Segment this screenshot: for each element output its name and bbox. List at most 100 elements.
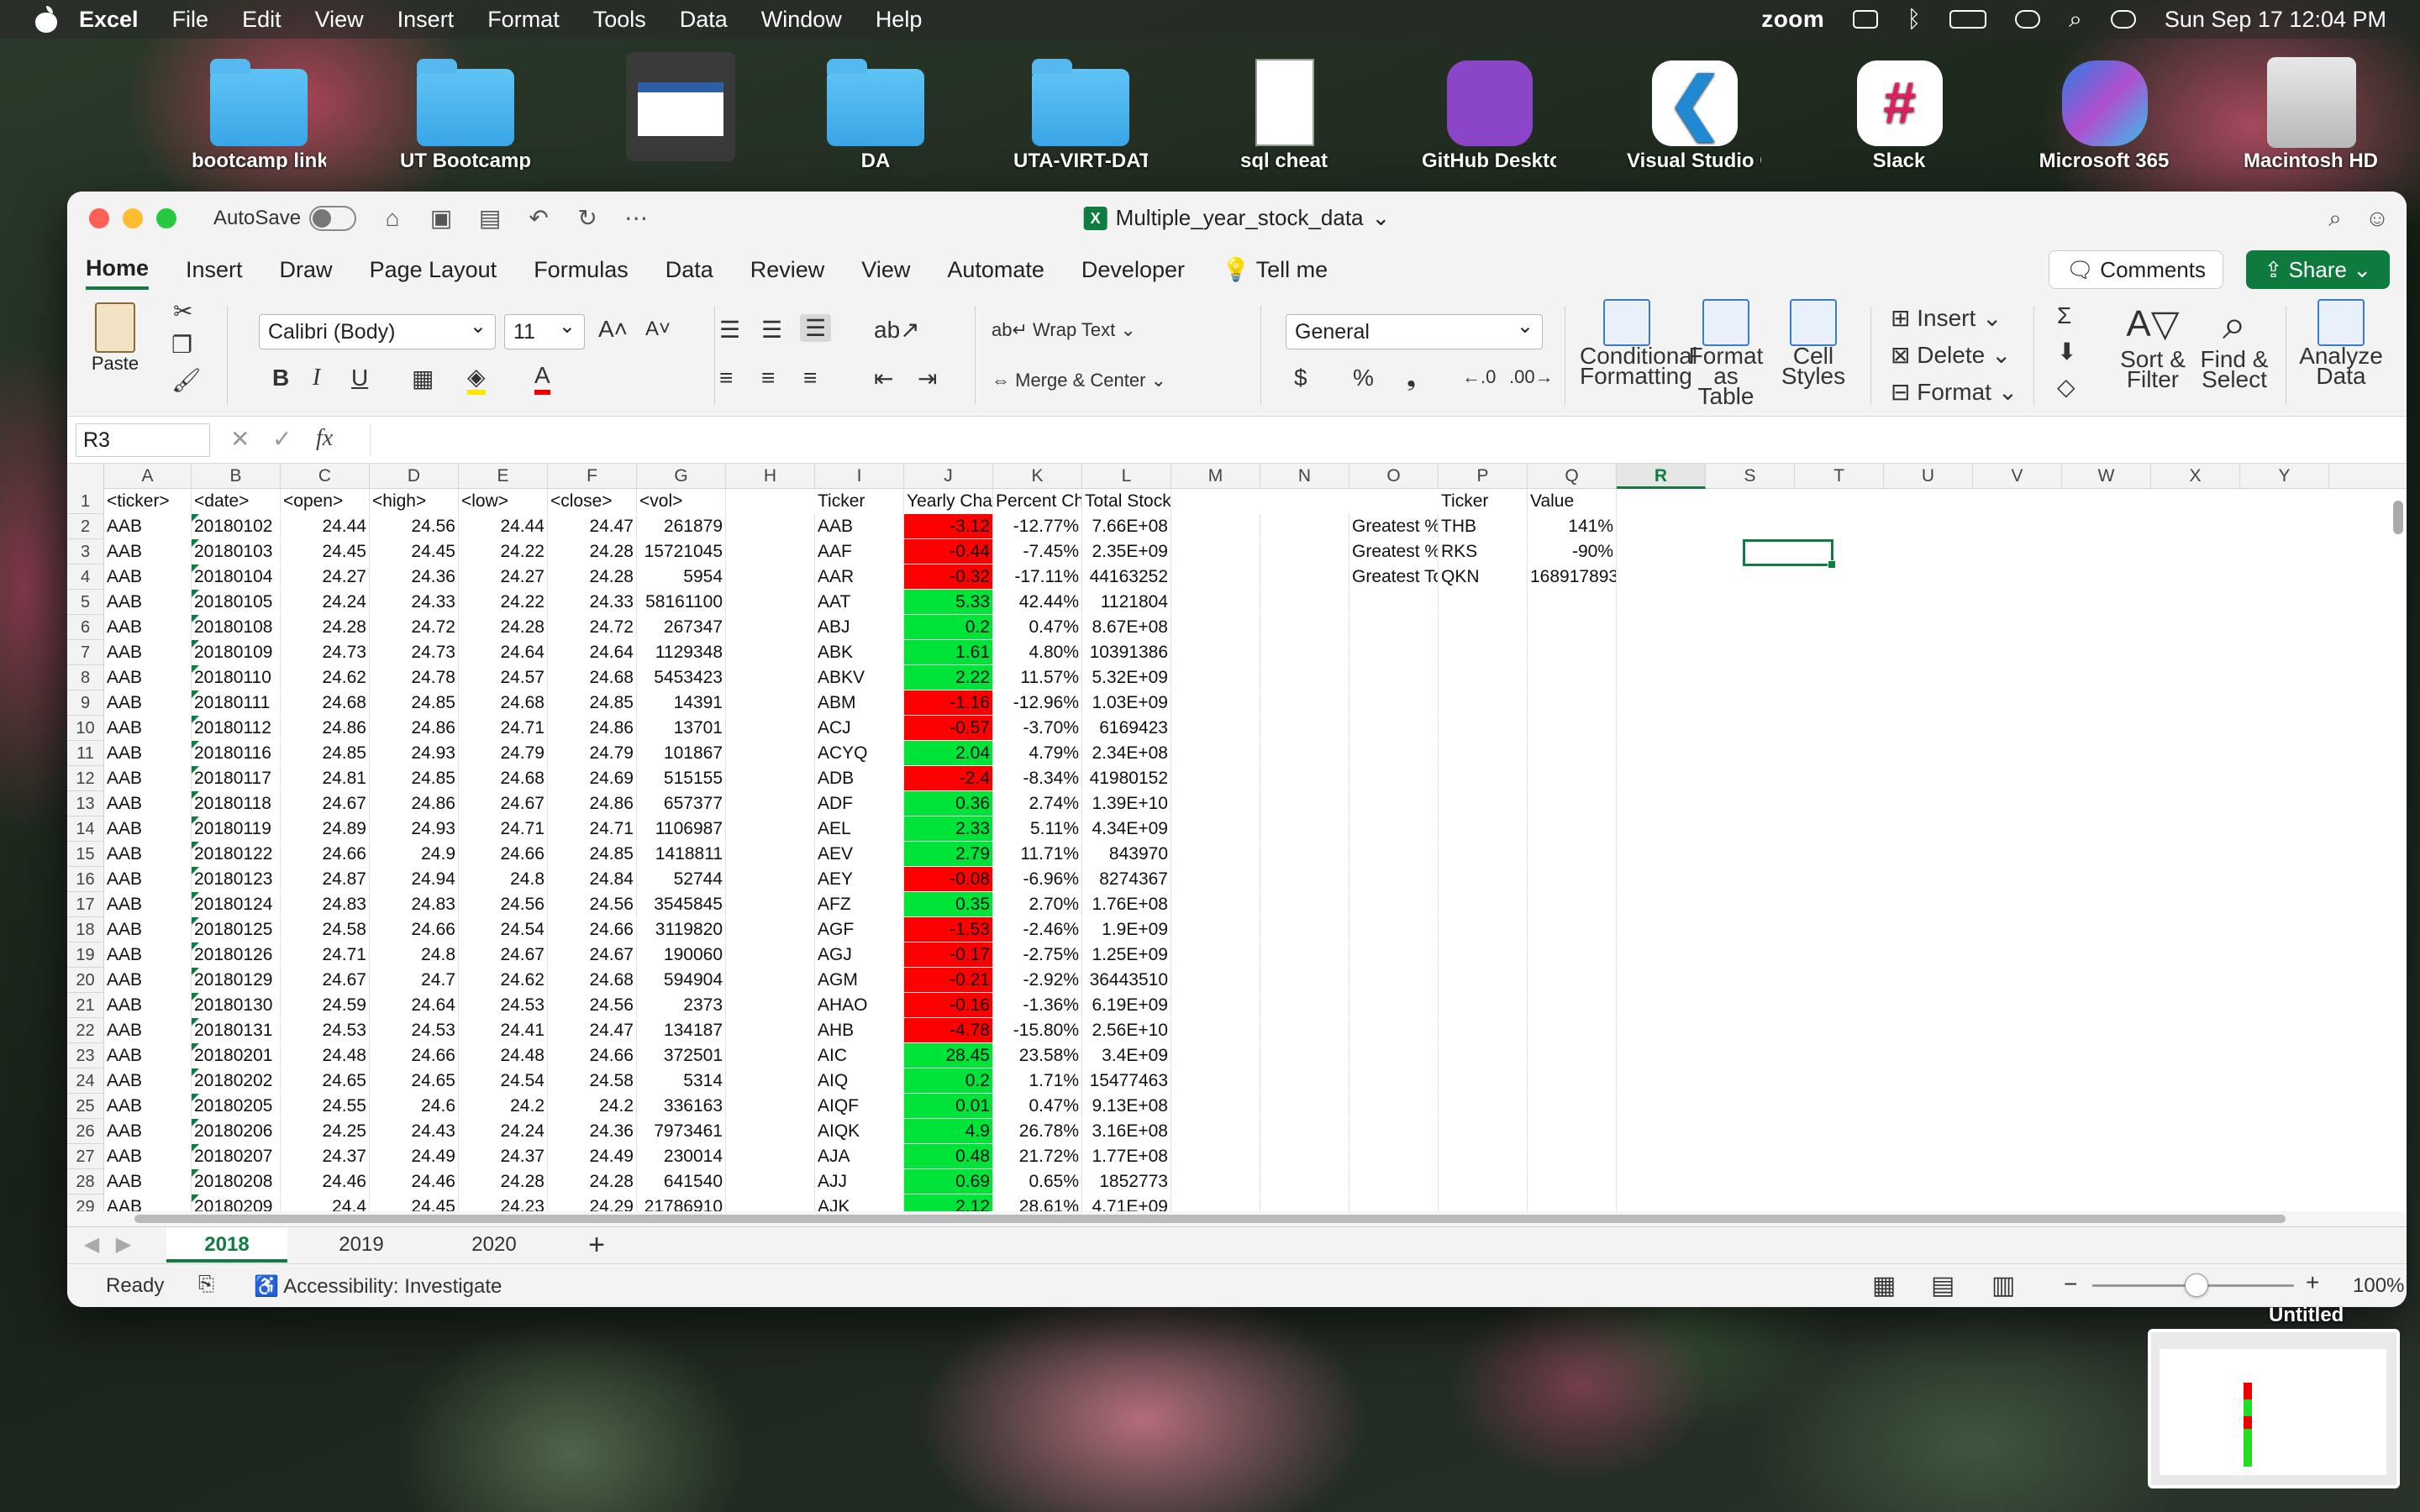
cell-k[interactable]: -12.77% [993, 514, 1082, 538]
cell-j[interactable]: -0.57 [904, 716, 993, 740]
cell-n[interactable] [1260, 968, 1349, 992]
cell-c[interactable]: 24.25 [281, 1119, 370, 1143]
cell-p[interactable]: QKN [1439, 564, 1528, 589]
cell-a[interactable]: AAB [104, 1144, 192, 1168]
conditional-formatting-button[interactable]: Conditional Formatting [1580, 299, 1697, 388]
keyboard-icon[interactable] [1853, 10, 1879, 29]
cell-k[interactable]: 23.58% [993, 1043, 1082, 1068]
increase-font-icon[interactable]: A˄ [598, 316, 628, 343]
cell-n[interactable] [1260, 615, 1349, 639]
cell-n[interactable] [1260, 564, 1349, 589]
cell-o[interactable] [1349, 716, 1439, 740]
cell-h[interactable] [726, 665, 815, 690]
cell-c[interactable]: 24.45 [281, 539, 370, 564]
cell-k[interactable]: -17.11% [993, 564, 1082, 589]
cell-p[interactable]: THB [1439, 514, 1528, 538]
tab-data[interactable]: Data [666, 252, 713, 288]
desktop-app-microsoft-365[interactable]: Microsoft 365 [2037, 57, 2171, 170]
cell-n[interactable] [1260, 842, 1349, 866]
cell-m[interactable] [1171, 816, 1260, 841]
cell-q[interactable]: Value [1528, 489, 1617, 513]
cell-f[interactable]: 24.66 [548, 1043, 637, 1068]
cell-f[interactable]: <close> [548, 489, 637, 513]
row-header[interactable]: 24 [67, 1068, 104, 1094]
cell-c[interactable]: 24.71 [281, 942, 370, 967]
cell-l[interactable]: 3.4E+09 [1082, 1043, 1171, 1068]
minimize-window-button[interactable] [123, 208, 143, 228]
cell-g[interactable]: 134187 [637, 1018, 726, 1042]
tab-automate[interactable]: Automate [947, 252, 1044, 288]
search-icon[interactable]: ⌕ [2323, 206, 2348, 231]
cell-k[interactable]: -3.70% [993, 716, 1082, 740]
increase-decimal-icon[interactable]: ←.0 [1462, 366, 1496, 388]
cell-q[interactable] [1528, 816, 1617, 841]
menu-edit[interactable]: Edit [242, 7, 281, 33]
cell-m[interactable] [1171, 842, 1260, 866]
cell-g[interactable]: 657377 [637, 791, 726, 816]
cell-e[interactable]: 24.56 [459, 892, 548, 916]
row-header[interactable]: 11 [67, 741, 104, 766]
cell-q[interactable] [1528, 590, 1617, 614]
cell-f[interactable]: 24.33 [548, 590, 637, 614]
cell-d[interactable]: 24.73 [370, 640, 459, 664]
row-header[interactable]: 21 [67, 993, 104, 1018]
cell-e[interactable]: 24.64 [459, 640, 548, 664]
cell-c[interactable]: 24.65 [281, 1068, 370, 1093]
cell-a[interactable]: AAB [104, 917, 192, 942]
cell-j[interactable]: 0.69 [904, 1169, 993, 1194]
cell-f[interactable]: 24.68 [548, 665, 637, 690]
cell-b[interactable]: 20180104 [192, 564, 281, 589]
cell-b[interactable]: 20180105 [192, 590, 281, 614]
cell-l[interactable]: 2.56E+10 [1082, 1018, 1171, 1042]
cell-q[interactable] [1528, 1043, 1617, 1068]
cell-k[interactable]: 0.47% [993, 1094, 1082, 1118]
cell-m[interactable] [1171, 942, 1260, 967]
cell-p[interactable] [1439, 842, 1528, 866]
cell-c[interactable]: 24.89 [281, 816, 370, 841]
cell-p[interactable] [1439, 1094, 1528, 1118]
cell-i[interactable]: ABK [815, 640, 904, 664]
cell-m[interactable] [1171, 640, 1260, 664]
cell-q[interactable] [1528, 968, 1617, 992]
menu-tools[interactable]: Tools [593, 7, 646, 33]
cell-d[interactable]: 24.83 [370, 892, 459, 916]
percent-icon[interactable]: % [1353, 365, 1374, 391]
cell-o[interactable] [1349, 1169, 1439, 1194]
cell-p[interactable] [1439, 1043, 1528, 1068]
normal-view-icon[interactable]: ▦ [1872, 1271, 1896, 1300]
cell-i[interactable]: ACJ [815, 716, 904, 740]
cell-q[interactable] [1528, 1068, 1617, 1093]
cell-q[interactable] [1528, 892, 1617, 916]
cell-b[interactable]: 20180207 [192, 1144, 281, 1168]
cell-g[interactable]: 7973461 [637, 1119, 726, 1143]
cell-f[interactable]: 24.58 [548, 1068, 637, 1093]
horizontal-scroll-thumb[interactable] [134, 1215, 2286, 1223]
zoom-slider[interactable] [2092, 1273, 2294, 1297]
row-header[interactable]: 17 [67, 892, 104, 917]
cell-p[interactable]: RKS [1439, 539, 1528, 564]
more-icon[interactable]: ⋯ [623, 206, 649, 231]
cell-j[interactable]: 2.33 [904, 816, 993, 841]
cell-k[interactable]: -12.96% [993, 690, 1082, 715]
cell-d[interactable]: 24.8 [370, 942, 459, 967]
cell-n[interactable] [1260, 816, 1349, 841]
cell-p[interactable] [1439, 867, 1528, 891]
sheet-tab-2020[interactable]: 2020 [434, 1227, 555, 1263]
font-size-select[interactable]: 11 [504, 310, 585, 349]
cancel-formula-icon[interactable]: ✕ [230, 425, 250, 453]
align-middle-icon[interactable]: ☰ [761, 316, 782, 344]
cell-c[interactable]: 24.28 [281, 615, 370, 639]
cell-o[interactable] [1349, 690, 1439, 715]
cell-q[interactable] [1528, 741, 1617, 765]
cell-o[interactable] [1349, 968, 1439, 992]
cell-a[interactable]: AAB [104, 665, 192, 690]
cell-m[interactable] [1171, 564, 1260, 589]
cell-g[interactable]: 515155 [637, 766, 726, 790]
menu-insert[interactable]: Insert [397, 7, 455, 33]
cell-c[interactable]: 24.44 [281, 514, 370, 538]
cell-l[interactable]: 4.34E+09 [1082, 816, 1171, 841]
menu-file[interactable]: File [172, 7, 209, 33]
cell-o[interactable] [1349, 842, 1439, 866]
account-icon[interactable]: ☺ [2365, 206, 2390, 231]
row-header[interactable]: 13 [67, 791, 104, 816]
